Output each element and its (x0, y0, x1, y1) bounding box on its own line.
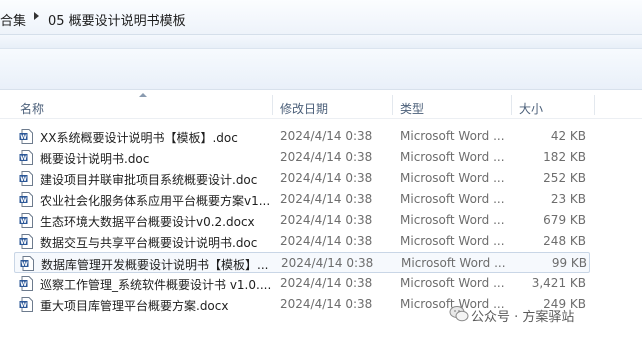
file-row[interactable]: W XX系统概要设计说明书【模板】.doc 2024/4/14 0:38 Mic… (14, 126, 590, 147)
file-name: 巡察工作管理_系统软件概要设计书 v1.0.... (40, 278, 272, 292)
word-doc-icon: W (19, 297, 33, 312)
word-doc-icon: W (19, 171, 33, 186)
file-size: 248 KB (543, 234, 586, 248)
breadcrumb-current[interactable]: 05 概要设计说明书模板 (48, 10, 186, 29)
breadcrumb-root[interactable]: 合集 (0, 10, 26, 29)
file-type: Microsoft Word ... (400, 234, 505, 248)
file-type: Microsoft Word ... (401, 256, 506, 270)
svg-text:W: W (20, 218, 27, 225)
file-size: 3,421 KB (531, 276, 586, 290)
file-date: 2024/4/14 0:38 (280, 213, 373, 227)
word-doc-icon: W (19, 276, 33, 291)
svg-text:W: W (20, 176, 27, 183)
watermark: 公众号 · 方案驿站 (449, 303, 639, 327)
file-date: 2024/4/14 0:38 (281, 256, 374, 270)
svg-text:W: W (21, 261, 28, 268)
file-size: 23 KB (550, 192, 586, 206)
search-band (0, 35, 642, 49)
file-row[interactable]: W 建设项目并联审批项目系统概要设计.doc 2024/4/14 0:38 Mi… (14, 168, 590, 189)
file-name: 概要设计说明书.doc (40, 152, 150, 166)
word-doc-icon: W (19, 192, 33, 207)
column-header-name[interactable]: 名称 (20, 100, 44, 117)
file-size: 182 KB (543, 150, 586, 164)
file-size: 252 KB (543, 171, 586, 185)
file-name: 数据库管理开发概要设计说明书【模板】... (41, 258, 269, 272)
svg-text:W: W (20, 197, 27, 204)
file-row[interactable]: W 数据交互与共享平台概要设计说明书.doc 2024/4/14 0:38 Mi… (14, 231, 590, 252)
svg-text:W: W (20, 281, 27, 288)
file-name: 数据交互与共享平台概要设计说明书.doc (40, 236, 258, 250)
watermark-text: 公众号 · 方案驿站 (471, 310, 575, 325)
file-type: Microsoft Word ... (400, 192, 505, 206)
file-date: 2024/4/14 0:38 (280, 276, 373, 290)
file-date: 2024/4/14 0:38 (280, 171, 373, 185)
column-divider[interactable] (272, 95, 273, 115)
file-name: 生态环境大数据平台概要设计v0.2.docx (40, 215, 255, 229)
sort-ascending-icon (139, 93, 147, 97)
file-type: Microsoft Word ... (400, 213, 505, 227)
file-row[interactable]: W 生态环境大数据平台概要设计v0.2.docx 2024/4/14 0:38 … (14, 210, 590, 231)
column-divider[interactable] (392, 95, 393, 115)
column-header-date[interactable]: 修改日期 (280, 100, 328, 117)
file-type: Microsoft Word ... (400, 276, 505, 290)
file-type: Microsoft Word ... (400, 129, 505, 143)
file-date: 2024/4/14 0:38 (280, 297, 373, 311)
word-doc-icon: W (19, 150, 33, 165)
column-divider[interactable] (594, 95, 595, 115)
column-header-type[interactable]: 类型 (400, 100, 424, 117)
chevron-right-icon[interactable] (34, 12, 39, 20)
wechat-icon (449, 306, 469, 322)
file-date: 2024/4/14 0:38 (280, 150, 373, 164)
file-name: 重大项目库管理平台概要方案.docx (40, 299, 229, 313)
file-size: 679 KB (543, 213, 586, 227)
file-row[interactable]: W 概要设计说明书.doc 2024/4/14 0:38 Microsoft W… (14, 147, 590, 168)
svg-text:W: W (20, 155, 27, 162)
column-header-size[interactable]: 大小 (519, 100, 543, 117)
word-doc-icon: W (20, 256, 34, 271)
file-row[interactable]: W 巡察工作管理_系统软件概要设计书 v1.0.... 2024/4/14 0:… (14, 273, 590, 294)
word-doc-icon: W (19, 213, 33, 228)
toolbar (0, 49, 642, 90)
file-type: Microsoft Word ... (400, 150, 505, 164)
column-divider[interactable] (511, 95, 512, 115)
svg-text:W: W (20, 134, 27, 141)
file-name: 农业社会化服务体系应用平台概要方案v1... (40, 194, 271, 208)
address-bar[interactable]: 合集 05 概要设计说明书模板 (0, 0, 642, 35)
file-size: 99 KB (551, 256, 587, 270)
svg-text:W: W (20, 239, 27, 246)
file-row[interactable]: W 农业社会化服务体系应用平台概要方案v1... 2024/4/14 0:38 … (14, 189, 590, 210)
file-name: XX系统概要设计说明书【模板】.doc (40, 131, 238, 145)
file-size: 42 KB (550, 129, 586, 143)
file-type: Microsoft Word ... (400, 171, 505, 185)
file-date: 2024/4/14 0:38 (280, 234, 373, 248)
word-doc-icon: W (19, 129, 33, 144)
file-name: 建设项目并联审批项目系统概要设计.doc (40, 173, 258, 187)
file-date: 2024/4/14 0:38 (280, 192, 373, 206)
file-date: 2024/4/14 0:38 (280, 129, 373, 143)
svg-text:W: W (20, 302, 27, 309)
word-doc-icon: W (19, 234, 33, 249)
file-row-selected[interactable]: W 数据库管理开发概要设计说明书【模板】... 2024/4/14 0:38 M… (14, 252, 590, 273)
